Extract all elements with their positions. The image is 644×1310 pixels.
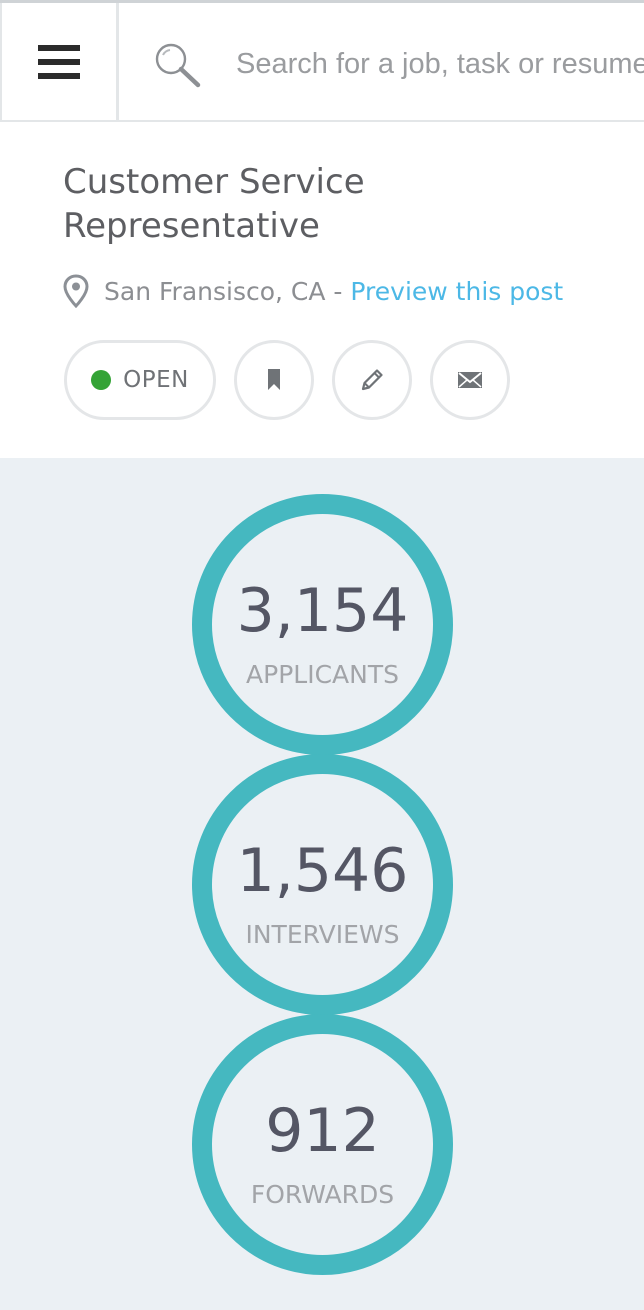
edit-button[interactable] <box>332 340 412 420</box>
stat-value: 3,154 <box>236 576 409 646</box>
menu-icon <box>38 44 80 79</box>
status-open-button[interactable]: OPEN <box>64 340 216 420</box>
stat-label: FORWARDS <box>250 1180 395 1209</box>
job-title: Customer Service Representative <box>63 162 365 246</box>
stat-label: INTERVIEWS <box>245 920 400 949</box>
email-button[interactable] <box>430 340 510 420</box>
preview-post-link[interactable]: Preview this post <box>350 277 563 306</box>
status-label: OPEN <box>123 367 189 393</box>
bookmark-button[interactable] <box>234 340 314 420</box>
location-pin-icon <box>63 274 89 308</box>
top-bar <box>0 0 644 122</box>
stat-forwards[interactable]: 912 FORWARDS <box>192 1014 453 1275</box>
location-text: San Fransisco, CA <box>104 276 326 306</box>
bookmark-icon <box>268 369 280 390</box>
stat-value: 1,546 <box>236 836 409 906</box>
stat-applicants[interactable]: 3,154 APPLICANTS <box>192 494 453 755</box>
stat-value: 912 <box>265 1096 380 1166</box>
status-dot <box>91 370 112 390</box>
stats-panel: 3,154 APPLICANTS 1,546 INTERVIEWS 912 FO… <box>0 458 644 1310</box>
pencil-icon <box>361 369 383 391</box>
envelope-icon <box>458 372 482 388</box>
stat-interviews[interactable]: 1,546 INTERVIEWS <box>192 754 453 1015</box>
stat-label: APPLICANTS <box>246 660 399 689</box>
search-input[interactable] <box>236 37 644 91</box>
search-icon <box>155 43 201 88</box>
location-separator: - <box>325 276 351 306</box>
menu-button[interactable] <box>0 3 119 120</box>
job-location: San Fransisco, CA - Preview this post <box>62 272 563 310</box>
